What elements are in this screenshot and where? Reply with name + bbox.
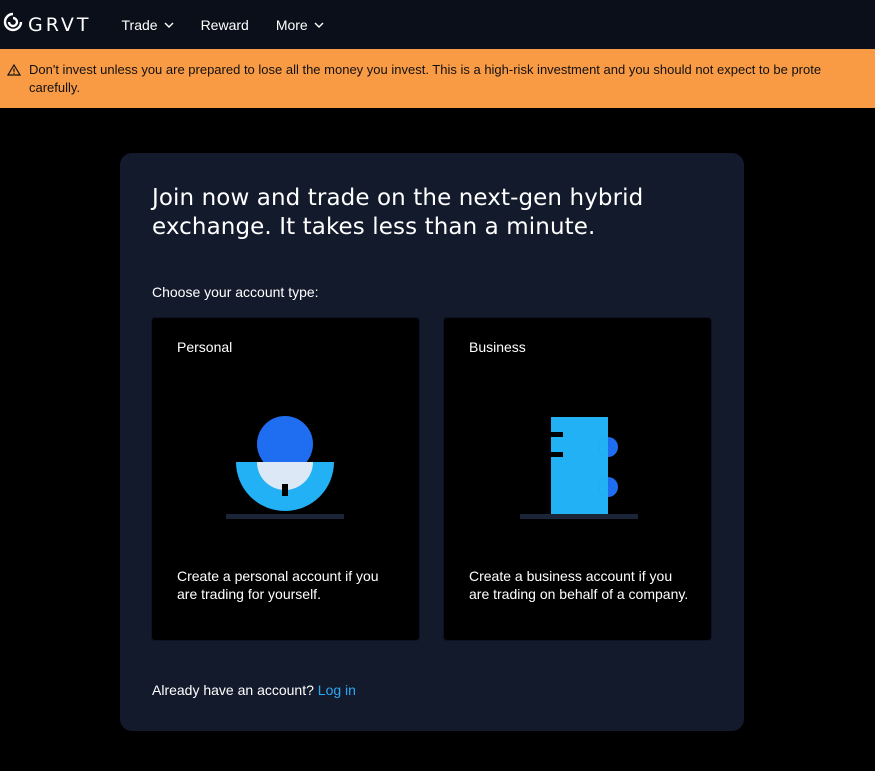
personal-account-description: Create a personal account if you are tra… bbox=[177, 568, 379, 602]
warning-triangle-icon bbox=[6, 63, 22, 81]
nav-item-more[interactable]: More bbox=[276, 17, 324, 33]
personal-account-option[interactable]: Personal Create a personal account if yo… bbox=[151, 317, 420, 641]
business-account-description: Create a business account if you are tra… bbox=[469, 568, 689, 602]
nav-item-label: More bbox=[275, 16, 308, 33]
account-type-label: Choose your account type: bbox=[152, 284, 319, 300]
nav-item-reward[interactable]: Reward bbox=[201, 17, 249, 33]
nav-item-label: Trade bbox=[121, 16, 158, 33]
chevron-down-icon bbox=[164, 22, 174, 28]
login-link[interactable]: Log in bbox=[318, 682, 356, 698]
login-prompt-text: Already have an account? bbox=[152, 682, 314, 698]
risk-warning-banner: Don't invest unless you are prepared to … bbox=[0, 49, 875, 108]
business-illustration-icon bbox=[518, 414, 638, 529]
business-account-option[interactable]: Business Create a business account if yo… bbox=[443, 317, 712, 641]
personal-illustration-icon bbox=[226, 414, 346, 529]
nav-menu: Trade Reward More bbox=[122, 17, 351, 33]
nav-item-trade[interactable]: Trade bbox=[122, 17, 174, 33]
signup-card: Join now and trade on the next-gen hybri… bbox=[120, 153, 744, 731]
logo-text: GRVT bbox=[28, 13, 92, 36]
warning-text-line2: carefully. bbox=[29, 80, 81, 95]
top-nav: GRVT Trade Reward More bbox=[0, 0, 875, 49]
business-account-title: Business bbox=[469, 339, 526, 355]
nav-item-label: Reward bbox=[200, 16, 249, 33]
chevron-down-icon bbox=[314, 22, 324, 28]
page-title: Join now and trade on the next-gen hybri… bbox=[152, 185, 644, 240]
grvt-logo-icon bbox=[2, 11, 24, 38]
warning-text-line1: Don't invest unless you are prepared to … bbox=[29, 62, 822, 77]
login-prompt-row: Already have an account? Log in bbox=[152, 682, 356, 698]
personal-account-title: Personal bbox=[177, 339, 233, 355]
logo[interactable]: GRVT bbox=[2, 5, 92, 45]
